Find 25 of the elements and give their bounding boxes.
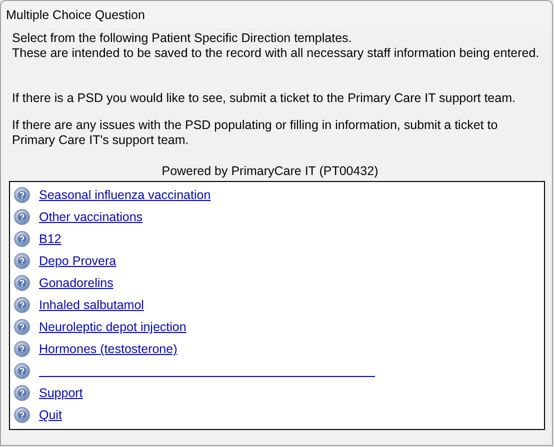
help-icon <box>14 385 30 401</box>
option-link[interactable]: Gonadorelins <box>39 276 114 290</box>
option-link[interactable]: Inhaled salbutamol <box>39 298 144 312</box>
help-icon <box>14 341 30 357</box>
instruction-text: If there is a PSD you would like to see, submit a ticket to the Primary Care IT support team. <box>12 91 516 106</box>
help-icon <box>14 231 30 247</box>
instruction-text: If there are any issues with the PSD populating or filling in information, submit a ticket to Primary Care IT's support team. <box>12 118 499 148</box>
instruction-text: Select from the following Patient Specific Direction templates. These are intended to be saved to the record with all necessary staff information being entered. <box>12 31 540 61</box>
option-link[interactable]: Support <box>39 386 83 400</box>
help-icon <box>14 297 30 313</box>
help-icon <box>14 209 30 225</box>
option-link[interactable]: Quit <box>39 408 62 422</box>
help-icon <box>14 187 30 203</box>
powered-by-text: Powered by PrimaryCare IT (PT00432) <box>160 164 380 178</box>
option-link[interactable]: Depo Provera <box>39 254 116 268</box>
option-link[interactable]: Neuroleptic depot injection <box>39 320 186 334</box>
help-icon <box>14 319 30 335</box>
option-link[interactable]: B12 <box>39 232 62 246</box>
help-icon <box>14 363 30 379</box>
option-link[interactable]: Hormones (testosterone) <box>39 342 178 356</box>
option-link[interactable]: Other vaccinations <box>39 210 143 224</box>
option-link[interactable]: Seasonal influenza vaccination <box>39 188 211 202</box>
help-icon <box>14 407 30 423</box>
help-icon <box>14 253 30 269</box>
help-icon <box>14 275 30 291</box>
